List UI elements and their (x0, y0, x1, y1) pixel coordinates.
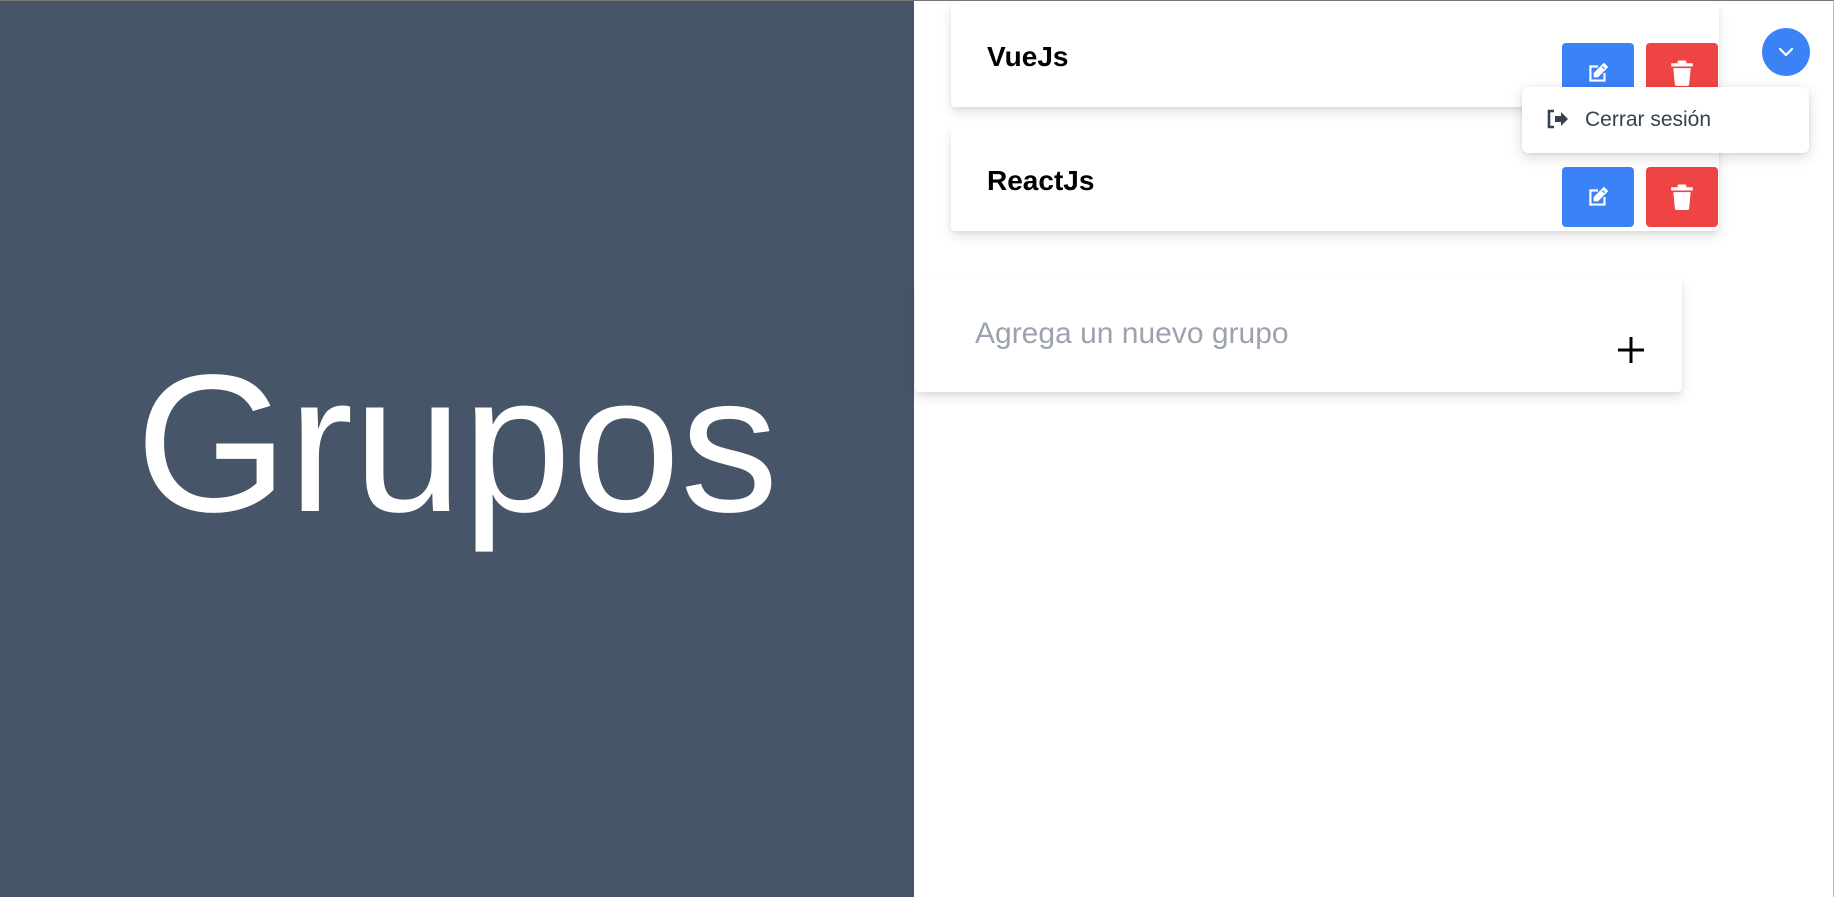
hero-title: Grupos (135, 333, 779, 553)
logout-label: Cerrar sesión (1585, 108, 1712, 131)
app-page: Grupos VueJs ReactJs Agrega un nuevo gru… (0, 0, 1834, 897)
new-group-form (915, 278, 1682, 392)
edit-icon (1589, 62, 1609, 82)
logout-menu-item[interactable]: Cerrar sesión (1522, 87, 1809, 153)
group-name: VueJs (987, 41, 1069, 72)
logout-icon (1547, 109, 1568, 129)
group-name: ReactJs (987, 165, 1095, 196)
add-group-button[interactable] (1611, 330, 1651, 370)
user-menu-toggle[interactable] (1762, 28, 1810, 76)
trash-icon (1671, 184, 1693, 210)
delete-group-button[interactable] (1646, 167, 1718, 227)
edit-group-button[interactable] (1562, 167, 1634, 227)
edit-icon (1589, 186, 1609, 206)
plus-icon (1618, 337, 1644, 363)
user-dropdown-menu: Cerrar sesión (1522, 87, 1809, 153)
trash-icon (1671, 60, 1693, 86)
chevron-down-icon (1778, 47, 1794, 57)
new-group-input[interactable] (973, 308, 1577, 360)
hero-panel: Grupos (0, 1, 914, 897)
